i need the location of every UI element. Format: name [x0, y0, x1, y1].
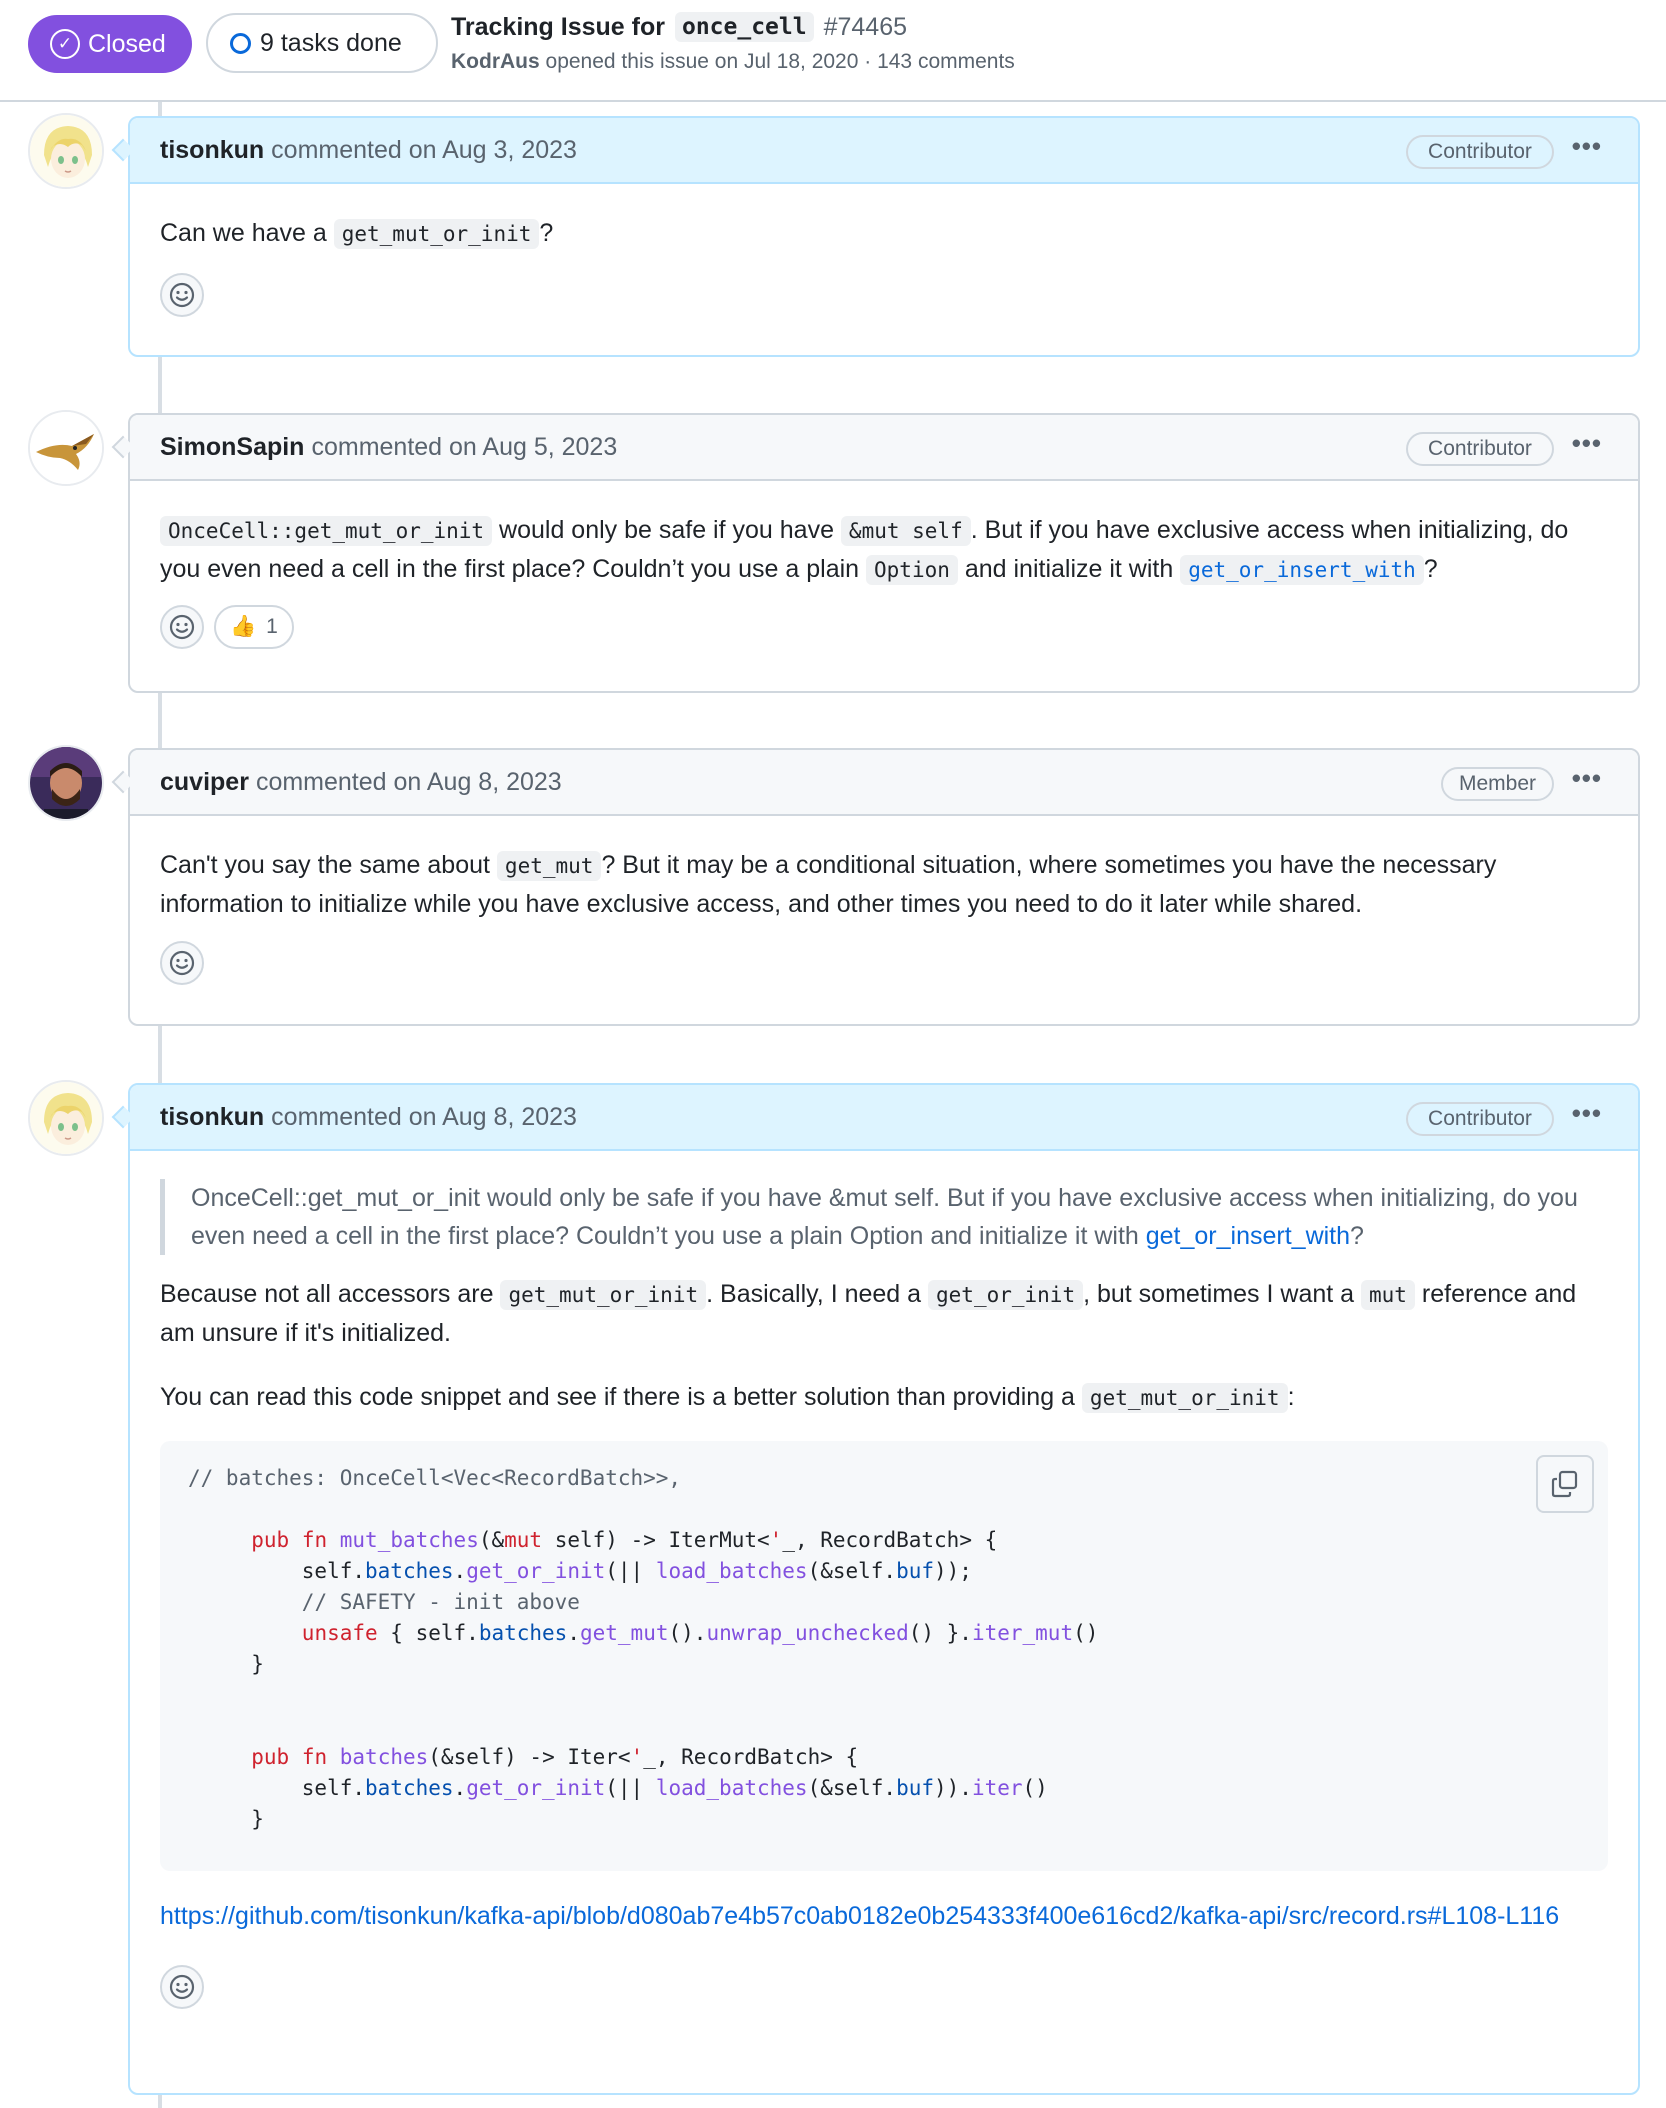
tasks-label: 9 tasks done: [260, 28, 402, 57]
code-line: pub fn mut_batches(&mut self) -> IterMut…: [251, 1528, 998, 1552]
get-or-insert-with-link[interactable]: get_or_insert_with: [1180, 555, 1424, 585]
add-reaction-button[interactable]: [160, 273, 204, 317]
thumbs-up-icon: 👍: [230, 615, 257, 638]
comment-card: tisonkun commented on Aug 8, 2023 Contri…: [111, 1083, 1640, 2095]
role-badge: Member: [1441, 767, 1554, 801]
comment-body: OnceCell::get_mut_or_init would only be …: [130, 1151, 1638, 1935]
inline-code: get_mut_or_init: [333, 219, 540, 249]
comment-body: Can't you say the same about get_mut? Bu…: [160, 851, 1497, 918]
comment-card: tisonkun commented on Aug 3, 2023 Contri…: [111, 116, 1640, 357]
reactions-row: 👍 1: [130, 605, 1638, 649]
anime-avatar-icon: [30, 1082, 102, 1154]
avatar-cuviper[interactable]: [28, 745, 104, 821]
issue-title-text: Tracking Issue for: [451, 12, 665, 41]
comment-date[interactable]: commented on Aug 8, 2023: [256, 768, 562, 797]
avatar-simonsapin[interactable]: [28, 410, 104, 486]
role-badge: Contributor: [1406, 135, 1554, 169]
closed-state-badge: ✓ Closed: [28, 15, 192, 73]
inline-code: &mut self: [840, 516, 971, 546]
comment-body: OnceCell::get_mut_or_init would only be …: [160, 516, 1569, 585]
comment-header: tisonkun commented on Aug 8, 2023 Contri…: [111, 1085, 1638, 1151]
inline-code: get_mut: [496, 851, 602, 881]
reactions-row: [130, 273, 1638, 317]
comment-card: cuviper commented on Aug 8, 2023 Member …: [111, 748, 1640, 1026]
comment-date[interactable]: commented on Aug 5, 2023: [311, 433, 617, 462]
copy-icon: [1551, 1470, 1578, 1498]
issue-number: #74465: [823, 12, 908, 41]
inline-code: get_mut_or_init: [1081, 1383, 1288, 1413]
bird-avatar-icon: [30, 412, 102, 484]
anime-avatar-icon: [30, 115, 102, 187]
comment-header: cuviper commented on Aug 8, 2023 Member …: [111, 750, 1638, 816]
issue-header: ✓ Closed 9 tasks done Tracking Issue for…: [0, 0, 1666, 102]
smiley-icon: [169, 614, 195, 640]
add-reaction-button[interactable]: [160, 1965, 204, 2009]
reactions-row: [130, 1965, 1638, 2009]
smiley-icon: [169, 282, 195, 308]
role-badge: Contributor: [1406, 432, 1554, 466]
comment-body: Can we have a get_mut_or_init?: [160, 219, 554, 249]
thumbs-up-reaction[interactable]: 👍 1: [214, 605, 294, 649]
smiley-icon: [169, 1974, 195, 2000]
avatar-tisonkun[interactable]: [28, 1080, 104, 1156]
issue-title-code: once_cell: [674, 12, 814, 42]
comment-author[interactable]: cuviper: [160, 768, 249, 797]
inline-code: get_or_init: [928, 1280, 1084, 1310]
check-circle-icon: ✓: [50, 29, 80, 59]
comment-header: tisonkun commented on Aug 3, 2023 Contri…: [111, 118, 1638, 184]
comment-date[interactable]: commented on Aug 8, 2023: [271, 1103, 577, 1132]
issue-meta-text: opened this issue on Jul 18, 2020 · 143 …: [545, 50, 1015, 73]
code-block: // batches: OnceCell<Vec<RecordBatch>>, …: [160, 1441, 1608, 1871]
comment-card: SimonSapin commented on Aug 5, 2023 Cont…: [111, 413, 1640, 693]
photo-avatar-icon: [30, 747, 102, 819]
inline-code: Option: [866, 555, 958, 585]
inline-code: get_mut_or_init: [500, 1280, 707, 1310]
issue-author-link[interactable]: KodrAus: [451, 50, 540, 73]
add-reaction-button[interactable]: [160, 605, 204, 649]
state-label: Closed: [88, 29, 166, 58]
progress-ring-icon: [230, 32, 251, 54]
get-or-insert-with-link[interactable]: get_or_insert_with: [1146, 1222, 1350, 1250]
add-reaction-button[interactable]: [160, 941, 204, 985]
avatar-tisonkun[interactable]: [28, 113, 104, 189]
more-options-icon[interactable]: •••: [1572, 765, 1602, 791]
more-options-icon[interactable]: •••: [1572, 1100, 1602, 1126]
role-badge: Contributor: [1406, 1102, 1554, 1136]
inline-code: OnceCell::get_mut_or_init: [160, 516, 493, 546]
github-source-link[interactable]: https://github.com/tisonkun/kafka-api/bl…: [160, 1902, 1559, 1930]
tasks-done-badge[interactable]: 9 tasks done: [206, 13, 438, 73]
issue-title: Tracking Issue for once_cell #74465: [451, 12, 907, 42]
more-options-icon[interactable]: •••: [1572, 430, 1602, 456]
code-snippet: // batches: OnceCell<Vec<RecordBatch>>, …: [188, 1466, 1099, 1831]
quote-block: OnceCell::get_mut_or_init would only be …: [160, 1179, 1608, 1255]
issue-meta: KodrAus opened this issue on Jul 18, 202…: [451, 50, 1015, 74]
more-options-icon[interactable]: •••: [1572, 133, 1602, 159]
reactions-row: [130, 941, 1638, 985]
comment-author[interactable]: tisonkun: [160, 136, 264, 165]
copy-code-button[interactable]: [1536, 1455, 1594, 1513]
comment-date[interactable]: commented on Aug 3, 2023: [271, 136, 577, 165]
reaction-count: 1: [266, 615, 278, 638]
inline-code: mut: [1361, 1280, 1415, 1310]
smiley-icon: [169, 950, 195, 976]
comment-header: SimonSapin commented on Aug 5, 2023 Cont…: [111, 415, 1638, 481]
comment-author[interactable]: SimonSapin: [160, 433, 304, 462]
comment-author[interactable]: tisonkun: [160, 1103, 264, 1132]
